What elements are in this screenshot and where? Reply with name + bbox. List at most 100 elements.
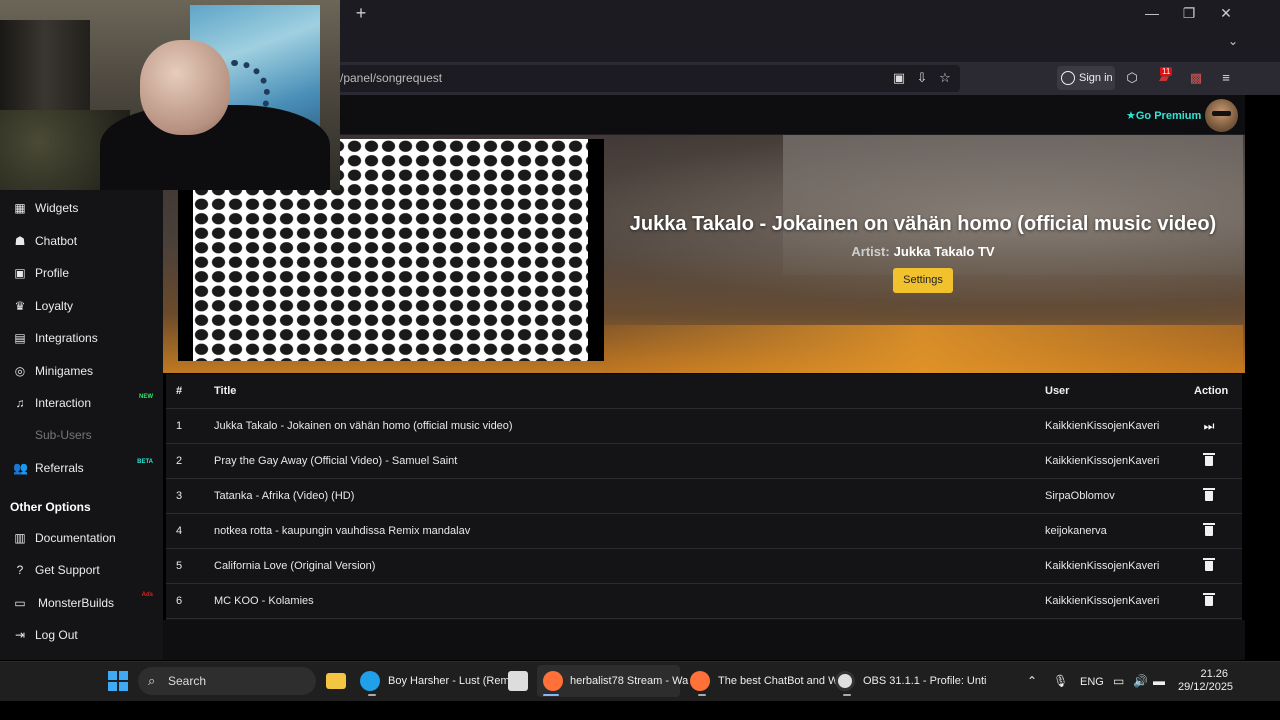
row-num: 3 <box>176 490 183 502</box>
close-window-button[interactable]: ✕ <box>1211 4 1241 22</box>
extensions-icon[interactable]: ⬡ <box>1123 69 1141 87</box>
sidebar-item-label: Integrations <box>35 331 98 345</box>
sidebar-item-minigames[interactable]: ◎ Minigames <box>0 356 163 386</box>
trash-icon[interactable] <box>1203 523 1215 536</box>
edge-icon <box>360 671 380 691</box>
picture-in-picture-icon[interactable]: ▣ <box>891 70 907 86</box>
ads-badge: Ads <box>141 592 153 598</box>
taskbar-app-edge[interactable]: Boy Harsher - Lust (Rem <box>360 665 510 697</box>
laptop-icon: ▭ <box>14 596 26 610</box>
sidebar-item-label: Documentation <box>35 531 116 545</box>
robot-icon: ☗ <box>14 234 26 248</box>
play-next-icon[interactable]: ⏭ <box>1202 419 1216 433</box>
row-user: keijokanerva <box>1045 525 1107 537</box>
addon-dtk-icon[interactable]: ▩ <box>1187 69 1205 87</box>
book-icon: ▥ <box>14 531 26 545</box>
running-indicator <box>698 694 706 696</box>
trophy-icon: ♛ <box>14 299 26 313</box>
sidebar-item-label: Sub-Users <box>35 428 92 442</box>
app-menu-icon[interactable]: ≡ <box>1217 69 1235 87</box>
volume-icon[interactable]: 🔊 <box>1133 674 1148 688</box>
url-text[interactable]: /panel/songrequest <box>340 71 442 85</box>
sidebar-item-widgets[interactable]: ▦ Widgets <box>0 193 163 223</box>
users-icon: 👥 <box>13 461 28 475</box>
sidebar-item-integrations[interactable]: ▤ Integrations <box>0 323 163 353</box>
bottom-black-bar <box>0 701 1280 720</box>
firefox-icon <box>543 671 563 691</box>
sidebar-item-chatbot[interactable]: ☗ Chatbot <box>0 226 163 256</box>
table-row: 6 MC KOO - Kolamies KaikkienKissojenKave… <box>166 584 1242 619</box>
language-indicator[interactable]: ENG <box>1080 676 1104 688</box>
new-badge: NEW <box>139 394 153 400</box>
obs-icon <box>835 671 855 691</box>
sidebar-item-profile[interactable]: ▣ Profile <box>0 258 163 288</box>
sidebar-item-monsterbuilds[interactable]: ▭ MonsterBuilds Ads <box>0 588 163 618</box>
table-row: 1 Jukka Takalo - Jokainen on vähän homo … <box>166 409 1242 444</box>
row-num: 2 <box>176 455 183 467</box>
search-label: Search <box>168 674 207 688</box>
trash-icon[interactable] <box>1203 558 1215 571</box>
row-user: KaikkienKissojenKaveri <box>1045 455 1160 467</box>
sidebar-item-referrals[interactable]: 👥 Referrals BETA <box>0 453 163 483</box>
addon-badge: 11 <box>1160 67 1173 76</box>
trash-icon[interactable] <box>1203 488 1215 501</box>
battery-icon[interactable]: ▬ <box>1153 674 1165 688</box>
bookmark-star-icon[interactable]: ☆ <box>937 70 953 86</box>
sidebar-item-loyalty[interactable]: ♛ Loyalty <box>0 291 163 321</box>
sign-in-button[interactable]: Sign in <box>1057 66 1115 90</box>
save-to-pocket-icon[interactable]: ⇩ <box>914 70 930 86</box>
col-action: Action <box>1194 385 1229 397</box>
sidebar-item-label: Get Support <box>35 563 100 577</box>
row-title: MC KOO - Kolamies <box>214 595 314 607</box>
new-tab-button[interactable]: + <box>352 4 370 22</box>
running-indicator <box>843 694 851 696</box>
file-explorer-icon[interactable] <box>326 665 348 697</box>
artist-label: Artist: <box>851 244 890 259</box>
taskbar-search[interactable]: ⌕ Search <box>138 667 316 695</box>
taskbar-clock[interactable]: 21.26 29/12/2025 <box>1178 668 1233 694</box>
now-playing-title: Jukka Takalo - Jokainen on vähän homo (o… <box>629 213 1217 235</box>
network-icon[interactable]: ▭ <box>1113 674 1124 688</box>
minimize-button[interactable]: — <box>1137 4 1167 22</box>
artist-name: Jukka Takalo TV <box>893 244 995 259</box>
trash-icon[interactable] <box>1203 593 1215 606</box>
sidebar-item-log-out[interactable]: ⇥ Log Out <box>0 620 163 650</box>
row-user: KaikkienKissojenKaveri <box>1045 595 1160 607</box>
table-row: 3 Tatanka - Afrika (Video) (HD) SirpaObl… <box>166 479 1242 514</box>
row-user: KaikkienKissojenKaveri <box>1045 420 1160 432</box>
sidebar-item-interaction[interactable]: ♫ Interaction NEW <box>0 388 163 418</box>
maximize-button[interactable]: ❐ <box>1174 4 1204 22</box>
right-edge-strip <box>1245 95 1280 660</box>
trash-icon[interactable] <box>1203 453 1215 466</box>
running-indicator <box>368 694 376 696</box>
sidebar-item-documentation[interactable]: ▥ Documentation <box>0 523 163 553</box>
search-icon: ⌕ <box>148 673 156 688</box>
settings-button[interactable]: Settings <box>893 268 953 293</box>
integrations-icon: ▤ <box>14 331 26 345</box>
store-icon[interactable] <box>508 665 528 697</box>
table-row: 5 California Love (Original Version) Kai… <box>166 549 1242 584</box>
avatar[interactable] <box>1205 99 1238 132</box>
table-row: 4 notkea rotta - kaupungin vauhdissa Rem… <box>166 514 1242 549</box>
sidebar-item-get-support[interactable]: ? Get Support <box>0 555 163 585</box>
windows-start-icon[interactable] <box>108 671 128 691</box>
microphone-icon[interactable]: 🎙 <box>1053 674 1068 688</box>
sidebar-item-label: Log Out <box>35 628 78 642</box>
go-premium-link[interactable]: ★Go Premium <box>1126 109 1201 122</box>
taskbar-app-label: OBS 31.1.1 - Profile: Unti <box>863 675 987 687</box>
row-title: Jukka Takalo - Jokainen on vähän homo (o… <box>214 420 513 432</box>
table-header: # Title User Action <box>166 374 1242 409</box>
taskbar-app-firefox-stream[interactable]: herbalist78 Stream - Wa <box>537 665 688 697</box>
tray-overflow-icon[interactable]: ⌃ <box>1027 674 1037 688</box>
gamepad-icon: ◎ <box>14 364 26 378</box>
banner-orange-glow <box>603 325 1243 373</box>
row-num: 4 <box>176 525 183 537</box>
taskbar-app-obs[interactable]: OBS 31.1.1 - Profile: Unti <box>835 665 987 697</box>
running-indicator <box>543 694 559 696</box>
other-options-heading: Other Options <box>10 500 91 514</box>
list-all-tabs-button[interactable]: ⌄ <box>1228 34 1238 48</box>
avatar-glasses <box>1212 111 1231 116</box>
col-user: User <box>1045 385 1070 397</box>
taskbar-app-firefox-chatbot[interactable]: The best ChatBot and W <box>690 665 838 697</box>
account-icon <box>1061 71 1075 85</box>
